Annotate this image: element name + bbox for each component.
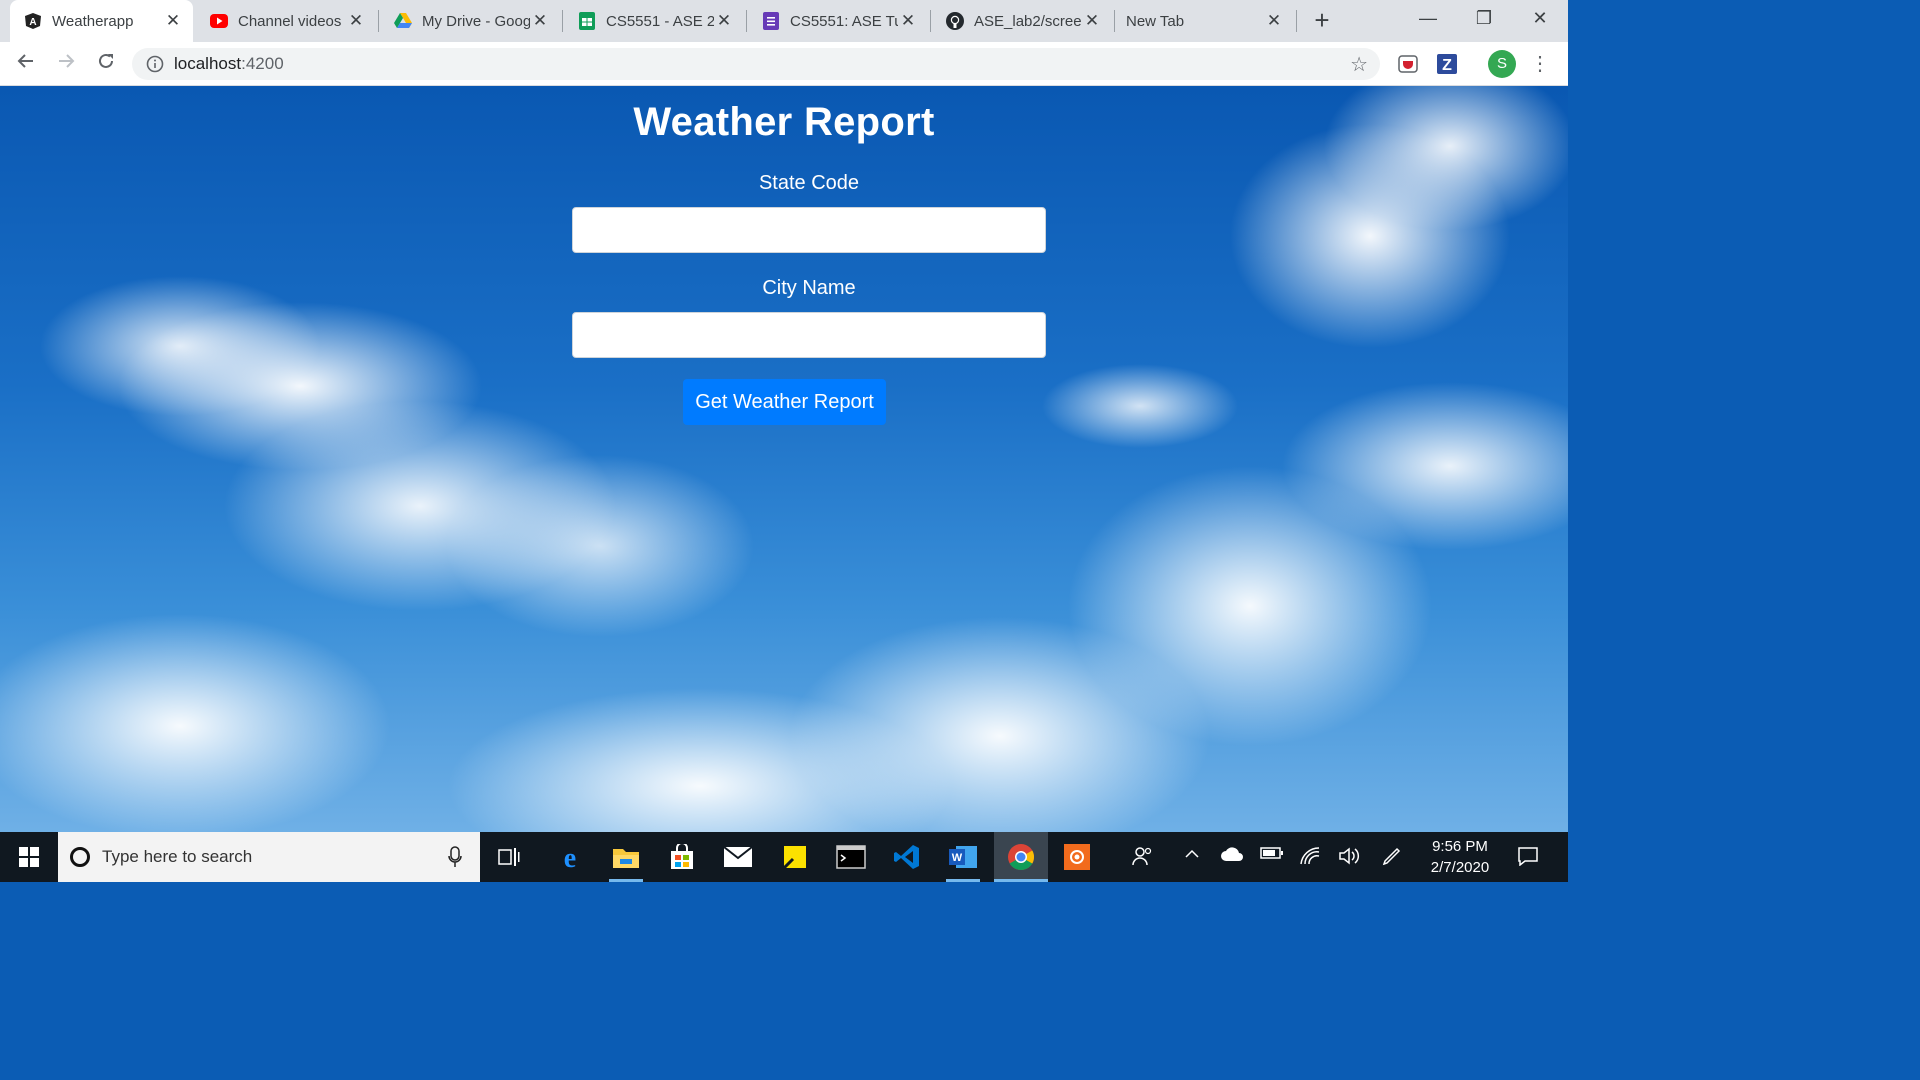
microphone-icon[interactable] bbox=[448, 846, 462, 868]
city-name-input[interactable] bbox=[572, 312, 1046, 358]
back-button[interactable] bbox=[12, 50, 40, 78]
vscode-icon[interactable] bbox=[890, 840, 924, 874]
tab-title: Channel videos bbox=[238, 12, 342, 30]
svg-text:W: W bbox=[952, 852, 963, 864]
tab-separator bbox=[1296, 10, 1297, 32]
tab-separator bbox=[378, 10, 379, 32]
tab-separator bbox=[562, 10, 563, 32]
pen-icon[interactable] bbox=[1378, 846, 1406, 868]
new-tab-button[interactable]: + bbox=[1308, 6, 1336, 34]
terminal-icon[interactable] bbox=[834, 840, 868, 874]
tab-new-tab[interactable]: New Tab ✕ bbox=[1116, 0, 1294, 42]
edge-icon[interactable]: e bbox=[553, 840, 587, 874]
tab-title: Weatherapp bbox=[52, 12, 134, 30]
arrow-left-icon bbox=[17, 54, 33, 68]
close-icon[interactable]: ✕ bbox=[714, 11, 734, 31]
forward-button[interactable] bbox=[52, 50, 80, 78]
tab-my-drive[interactable]: My Drive - Goog ✕ bbox=[380, 0, 560, 42]
battery-icon[interactable] bbox=[1258, 846, 1286, 868]
clock-time: 9:56 PM bbox=[1432, 838, 1488, 855]
restore-button[interactable]: ❐ bbox=[1456, 4, 1512, 34]
tab-title: New Tab bbox=[1126, 12, 1185, 30]
taskbar-search[interactable]: Type here to search bbox=[58, 832, 480, 882]
onedrive-icon[interactable] bbox=[1218, 846, 1246, 868]
close-icon[interactable]: ✕ bbox=[898, 11, 918, 31]
tab-title: ASE_lab2/screen bbox=[974, 12, 1082, 30]
pocket-extension-icon[interactable] bbox=[1396, 52, 1420, 76]
close-icon[interactable]: ✕ bbox=[163, 11, 183, 31]
svg-text:Z: Z bbox=[1442, 57, 1452, 74]
tab-separator bbox=[746, 10, 747, 32]
url-port: :4200 bbox=[241, 54, 284, 73]
google-sheets-icon bbox=[578, 12, 596, 30]
action-center-icon[interactable] bbox=[1514, 846, 1542, 868]
browser-menu-icon[interactable]: ⋮ bbox=[1530, 50, 1550, 78]
wifi-icon[interactable] bbox=[1296, 846, 1324, 868]
reload-icon bbox=[99, 53, 113, 68]
close-icon[interactable]: ✕ bbox=[1082, 11, 1102, 31]
cortana-icon bbox=[70, 847, 90, 867]
people-icon[interactable] bbox=[1130, 846, 1156, 868]
browser-toolbar: localhost:4200 ☆ Z bbox=[0, 42, 1568, 86]
word-icon[interactable]: W bbox=[946, 840, 980, 874]
tab-separator bbox=[1114, 10, 1115, 32]
windows-taskbar: Type here to search e W 9:56 PM 2/7/2020 bbox=[0, 832, 1568, 882]
minimize-button[interactable]: — bbox=[1400, 4, 1456, 34]
arrow-right-icon bbox=[59, 54, 75, 68]
start-button[interactable] bbox=[0, 832, 58, 882]
task-view-icon[interactable] bbox=[492, 840, 526, 874]
tab-strip: A Weatherapp ✕ Channel videos ✕ My Drive… bbox=[0, 0, 1568, 42]
volume-icon[interactable] bbox=[1336, 846, 1364, 868]
mail-icon[interactable] bbox=[721, 840, 755, 874]
reload-button[interactable] bbox=[92, 50, 120, 78]
address-bar[interactable]: localhost:4200 ☆ bbox=[132, 48, 1380, 80]
search-placeholder: Type here to search bbox=[102, 847, 253, 866]
page-content: Weather Report State Code City Name Get … bbox=[0, 86, 1568, 832]
tab-title: CS5551 - ASE 20 bbox=[606, 12, 714, 30]
city-name-label: City Name bbox=[762, 277, 856, 299]
angular-icon: A bbox=[24, 12, 42, 30]
zotero-extension-icon[interactable]: Z bbox=[1435, 52, 1459, 76]
tab-channel-videos[interactable]: Channel videos ✕ bbox=[196, 0, 376, 42]
tab-weatherapp[interactable]: A Weatherapp ✕ bbox=[10, 0, 193, 42]
sticky-notes-icon[interactable] bbox=[778, 840, 812, 874]
url-text: localhost:4200 bbox=[174, 54, 284, 74]
system-clock[interactable]: 9:56 PM 2/7/2020 bbox=[1420, 836, 1500, 878]
state-code-label: State Code bbox=[758, 172, 860, 194]
clock-date: 2/7/2020 bbox=[1430, 859, 1490, 876]
svg-text:e: e bbox=[564, 844, 576, 870]
chrome-icon[interactable] bbox=[1004, 840, 1038, 874]
window-close-button[interactable]: ✕ bbox=[1512, 4, 1568, 34]
page-title: Weather Report bbox=[633, 100, 935, 144]
url-host: localhost bbox=[174, 54, 242, 73]
close-icon[interactable]: ✕ bbox=[1264, 11, 1284, 31]
active-app-indicator bbox=[609, 879, 643, 882]
active-app-indicator bbox=[946, 879, 980, 882]
github-icon bbox=[946, 12, 964, 30]
state-code-input[interactable] bbox=[572, 207, 1046, 253]
chevron-up-icon[interactable] bbox=[1180, 846, 1204, 868]
screen-recorder-icon[interactable] bbox=[1060, 840, 1094, 874]
bookmark-star-icon[interactable]: ☆ bbox=[1350, 52, 1368, 77]
tab-cs5551-sheet[interactable]: CS5551 - ASE 20 ✕ bbox=[564, 0, 744, 42]
svg-text:A: A bbox=[29, 17, 36, 28]
file-explorer-icon[interactable] bbox=[609, 840, 643, 874]
close-icon[interactable]: ✕ bbox=[346, 11, 366, 31]
windows-logo-icon bbox=[19, 847, 39, 867]
google-drive-icon bbox=[394, 12, 412, 30]
info-icon[interactable] bbox=[146, 55, 164, 73]
active-app-indicator bbox=[994, 879, 1048, 882]
tab-title: CS5551: ASE Tut bbox=[790, 12, 898, 30]
close-icon[interactable]: ✕ bbox=[530, 11, 550, 31]
google-forms-icon bbox=[762, 12, 780, 30]
tab-separator bbox=[930, 10, 931, 32]
microsoft-store-icon[interactable] bbox=[665, 840, 699, 874]
profile-avatar[interactable]: S bbox=[1488, 50, 1516, 78]
tab-cs5551-tutorial[interactable]: CS5551: ASE Tut ✕ bbox=[748, 0, 928, 42]
tab-ase-lab2[interactable]: ASE_lab2/screen ✕ bbox=[932, 0, 1112, 42]
tab-title: My Drive - Goog bbox=[422, 12, 530, 30]
youtube-icon bbox=[210, 12, 228, 30]
get-weather-report-button[interactable]: Get Weather Report bbox=[683, 379, 886, 425]
